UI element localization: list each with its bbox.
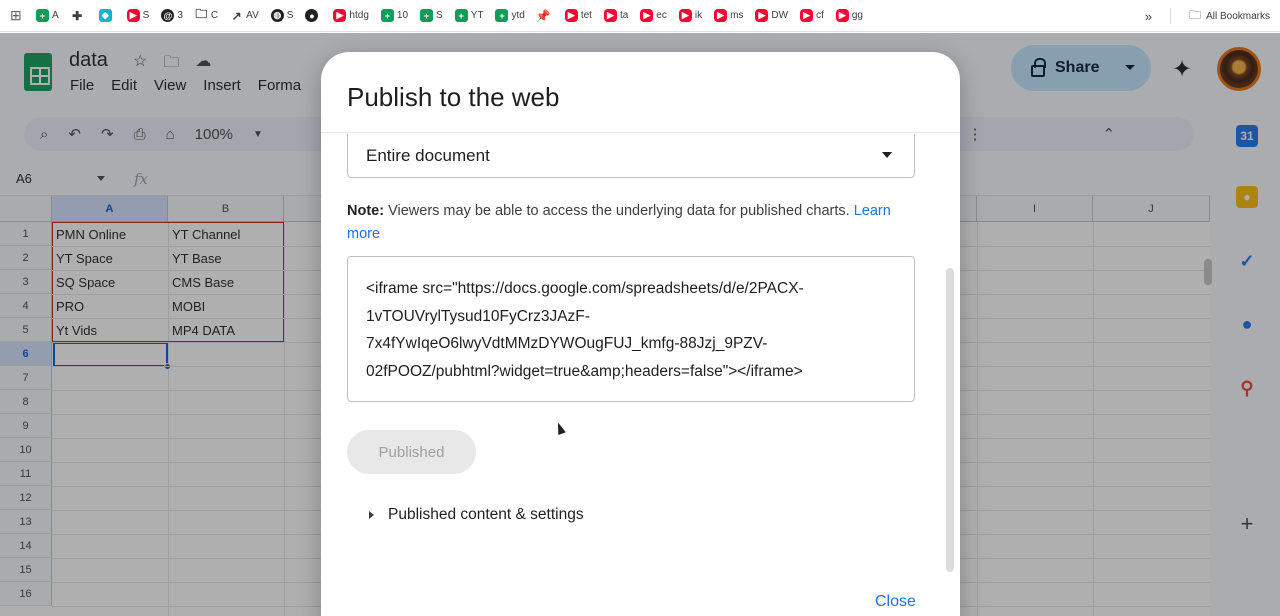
bookmark-label: ms bbox=[730, 10, 744, 21]
bookmark-item[interactable]: + A bbox=[36, 9, 59, 22]
publish-dialog: Publish to the web Entire document Note:… bbox=[321, 52, 960, 616]
bookmark-label: tet bbox=[580, 10, 592, 21]
bookmark-label: 3 bbox=[177, 10, 183, 21]
bookmark-label: A bbox=[52, 10, 59, 21]
bookmark-label: S bbox=[286, 10, 294, 21]
bookmarks-overflow-icon[interactable]: » bbox=[1145, 9, 1152, 24]
youtube-icon: ▶ bbox=[678, 9, 692, 22]
published-button[interactable]: Published bbox=[347, 430, 476, 474]
publish-scope-value: Entire document bbox=[366, 145, 490, 165]
threads-icon: @ bbox=[161, 9, 175, 22]
bookmark-item[interactable]: ▶ ec bbox=[640, 9, 667, 22]
youtube-icon: ▶ bbox=[800, 9, 814, 22]
bookmark-label: AV bbox=[246, 10, 259, 21]
bookmark-item[interactable]: ◆ bbox=[98, 9, 115, 22]
bookmark-item[interactable]: ▶ DW bbox=[755, 9, 788, 22]
all-bookmarks-button[interactable]: 🗀 All Bookmarks bbox=[1189, 6, 1270, 27]
dialog-title: Publish to the web bbox=[347, 82, 560, 112]
bookmark-label: cf bbox=[816, 10, 824, 21]
bookmark-list: + A ✚ ◆ ▶ S @3 🗀 C ↗ AV ◍ S ● ▶ htdg +10 + S + YT + ytd 📌 ▶ tet ▶ t… bbox=[36, 7, 875, 23]
note-label: Note: bbox=[347, 203, 385, 219]
sheets-icon: + bbox=[420, 9, 434, 22]
bookmark-label: YT bbox=[470, 10, 484, 21]
youtube-icon: ▶ bbox=[835, 9, 849, 22]
all-bookmarks-label: All Bookmarks bbox=[1206, 10, 1270, 22]
trend-icon: ↗ bbox=[231, 8, 242, 23]
sheets-icon: + bbox=[380, 9, 394, 22]
dialog-divider bbox=[321, 132, 960, 133]
bookmark-label: S bbox=[142, 10, 150, 21]
bookmarks-bar: ⊞ + A ✚ ◆ ▶ S @3 🗀 C ↗ AV ◍ S ● ▶ htdg +10 + S + YT + ytd 📌 ▶ tet… bbox=[0, 0, 1280, 32]
published-settings-toggle[interactable]: Published content & settings bbox=[369, 506, 584, 524]
sheets-icon: + bbox=[454, 9, 468, 22]
apps-grid-icon[interactable]: ⊞ bbox=[10, 7, 36, 24]
bookmark-label: ta bbox=[619, 10, 629, 21]
dropdown-caret-icon bbox=[882, 152, 892, 158]
bookmark-item[interactable]: ✚ bbox=[71, 8, 87, 23]
bookmark-item[interactable]: + S bbox=[420, 9, 443, 22]
pin-icon: 📌 bbox=[535, 8, 551, 23]
youtube-icon: ▶ bbox=[564, 9, 578, 22]
github-icon: ● bbox=[305, 9, 319, 22]
bookmarks-right: » 🗀 All Bookmarks bbox=[1145, 0, 1270, 32]
bookmark-item[interactable]: ▶ htdg bbox=[333, 9, 369, 22]
folder-icon: 🗀 bbox=[1189, 7, 1202, 22]
expand-arrow-icon bbox=[369, 511, 374, 519]
bookmark-item[interactable]: +10 bbox=[380, 9, 409, 22]
folder-icon: 🗀 bbox=[195, 7, 208, 21]
bookmark-label: C bbox=[210, 10, 219, 21]
bookmark-item[interactable]: ◍ S bbox=[270, 9, 294, 22]
youtube-icon: ▶ bbox=[603, 9, 617, 22]
youtube-icon: ▶ bbox=[126, 9, 140, 22]
bookmark-item[interactable]: ▶ ta bbox=[603, 9, 629, 22]
youtube-icon: ▶ bbox=[714, 9, 728, 22]
bookmark-item[interactable]: ● bbox=[305, 9, 321, 22]
bookmark-item[interactable]: ↗ AV bbox=[230, 8, 259, 23]
bookmarks-separator bbox=[1170, 8, 1172, 24]
bookmark-label: ytd bbox=[511, 10, 525, 21]
bookmark-item[interactable]: ▶ S bbox=[126, 9, 150, 22]
sheets-icon: + bbox=[495, 9, 509, 22]
youtube-icon: ▶ bbox=[333, 9, 347, 22]
bookmark-item[interactable]: 🗀 C bbox=[195, 7, 219, 22]
bookmark-label: htdg bbox=[349, 10, 369, 21]
bookmark-item[interactable]: @3 bbox=[161, 9, 183, 22]
bookmark-label: DW bbox=[771, 10, 789, 21]
bookmark-item[interactable]: + YT bbox=[454, 9, 484, 22]
bookmark-label: ik bbox=[694, 10, 703, 21]
publish-scope-dropdown[interactable]: Entire document bbox=[347, 134, 915, 178]
embed-code-textarea[interactable]: <iframe src="https://docs.google.com/spr… bbox=[347, 256, 915, 402]
privacy-note: Note: Viewers may be able to access the … bbox=[347, 200, 907, 246]
dialog-scrollbar[interactable] bbox=[946, 268, 954, 572]
globe-icon: ◍ bbox=[270, 9, 284, 22]
bookmark-label: gg bbox=[851, 10, 863, 21]
youtube-icon: ▶ bbox=[640, 9, 654, 22]
bookmark-item[interactable]: 📌 bbox=[535, 8, 553, 23]
bookmark-label: ec bbox=[656, 10, 667, 21]
embed-code-line: 02fPOOZ/pubhtml?widget=true&amp;headers=… bbox=[366, 362, 803, 380]
teal-app-icon: ◆ bbox=[98, 9, 112, 22]
embed-code-line: <iframe src="https://docs.google.com/spr… bbox=[366, 280, 804, 297]
sheets-icon: + bbox=[36, 9, 49, 22]
bookmark-label: S bbox=[436, 10, 443, 21]
youtube-icon: ▶ bbox=[755, 9, 769, 22]
bookmark-item[interactable]: ▶ cf bbox=[800, 9, 824, 22]
puzzle-icon: ✚ bbox=[72, 8, 83, 23]
close-button[interactable]: Close bbox=[875, 593, 916, 611]
bookmark-item[interactable]: ▶ tet bbox=[564, 9, 592, 22]
bookmark-item[interactable]: ▶ ik bbox=[678, 9, 703, 22]
note-text: Viewers may be able to access the underl… bbox=[384, 203, 854, 219]
bookmark-item[interactable]: + ytd bbox=[495, 9, 525, 22]
embed-code-line: 7x4fYwIqeO6lwyVdtMMzDYWOugFUJ_kmfg-88Jzj… bbox=[366, 335, 768, 352]
bookmark-label: 10 bbox=[396, 10, 409, 21]
bookmark-item[interactable]: ▶ gg bbox=[835, 9, 863, 22]
embed-code-line: 1vTOUVrylTysud10FyCrz3JAzF- bbox=[366, 307, 590, 325]
published-settings-label: Published content & settings bbox=[388, 506, 584, 523]
bookmark-item[interactable]: ▶ ms bbox=[714, 9, 743, 22]
